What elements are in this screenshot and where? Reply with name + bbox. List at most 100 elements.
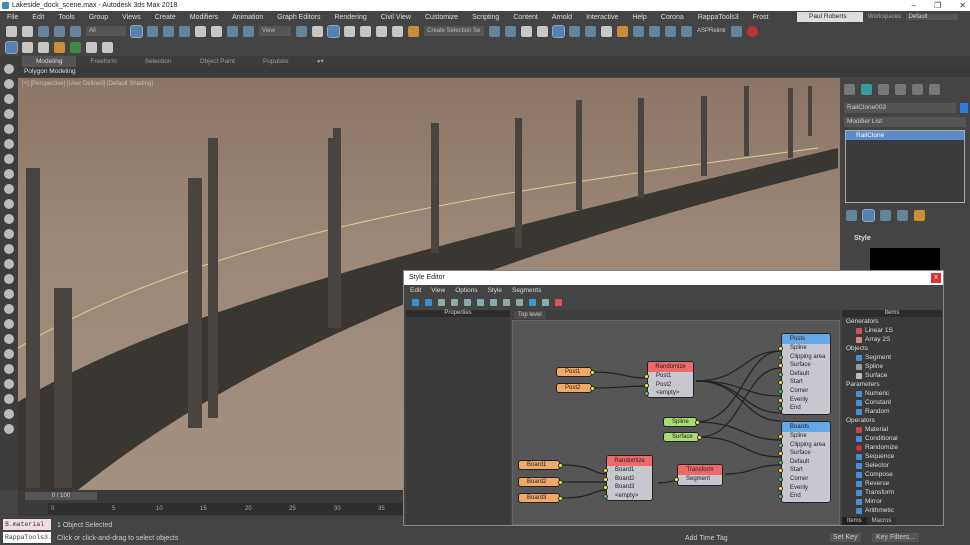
- help-icon[interactable]: [4, 424, 14, 434]
- unlink-icon[interactable]: [54, 25, 65, 37]
- hierarchy-tab-icon[interactable]: [878, 84, 889, 95]
- style-editor-close-button[interactable]: x: [931, 273, 941, 283]
- tab-top-level[interactable]: Top level: [514, 311, 546, 319]
- node-graph[interactable]: Post1 Post2 Randomize Post1 Post2 <empty…: [512, 320, 840, 525]
- item[interactable]: Arithmetic: [842, 506, 942, 515]
- input-pin[interactable]: [778, 442, 783, 448]
- group-objects[interactable]: Objects: [842, 344, 942, 353]
- undo-icon[interactable]: [6, 25, 17, 37]
- set-key-button[interactable]: Set Key: [830, 533, 861, 542]
- node-boards-generator[interactable]: Boards Spline Clipping area Surface Defa…: [778, 421, 831, 503]
- maxscript-listener-line1[interactable]: $.material =: [3, 519, 51, 539]
- tool-icon[interactable]: [4, 394, 14, 404]
- item[interactable]: Linear 1S: [842, 326, 942, 335]
- se-menu-view[interactable]: View: [431, 285, 445, 296]
- input-pin[interactable]: [778, 468, 783, 474]
- link-icon[interactable]: [38, 25, 49, 37]
- node-board3[interactable]: Board3: [518, 493, 563, 503]
- tool-icon[interactable]: [4, 289, 14, 299]
- user-account-button[interactable]: Paul Roberts: [797, 12, 863, 22]
- panel-icon-2[interactable]: [102, 42, 113, 53]
- input-pin[interactable]: [603, 476, 608, 482]
- input-pin[interactable]: [778, 485, 783, 491]
- viewport-icon[interactable]: [681, 25, 692, 37]
- tab-selection[interactable]: Selection: [131, 56, 186, 67]
- tab-items[interactable]: Items: [842, 517, 867, 525]
- scene-explorer-icon[interactable]: [521, 25, 532, 37]
- tool-icon[interactable]: [4, 139, 14, 149]
- input-pin[interactable]: [778, 380, 783, 386]
- menu-item[interactable]: Graph Editors: [270, 14, 327, 21]
- time-slider[interactable]: 0 / 100: [25, 492, 97, 500]
- item[interactable]: Compose: [842, 470, 942, 479]
- group-operators[interactable]: Operators: [842, 416, 942, 425]
- tool-icon[interactable]: [4, 79, 14, 89]
- colors-icon[interactable]: [555, 298, 562, 306]
- style-editor-titlebar[interactable]: Style Editor x: [404, 271, 943, 285]
- node-transform[interactable]: Transform Segment: [674, 464, 723, 486]
- node-posts-generator[interactable]: Posts Spline Clipping area Surface Defau…: [778, 333, 831, 415]
- undo-icon[interactable]: [412, 298, 419, 306]
- input-pin[interactable]: [778, 494, 783, 500]
- item[interactable]: Constant: [842, 398, 942, 407]
- input-pin[interactable]: [778, 388, 783, 394]
- tool-icon[interactable]: [4, 109, 14, 119]
- tools-icon-2[interactable]: [86, 42, 97, 53]
- menu-item[interactable]: Help: [625, 14, 653, 21]
- check-icon[interactable]: [477, 298, 484, 306]
- teapot-icon[interactable]: [4, 64, 14, 74]
- tool-icon[interactable]: [4, 409, 14, 419]
- named-selection-sets-dropdown[interactable]: Create Selection Se: [424, 26, 484, 36]
- menu-item[interactable]: Customize: [418, 14, 465, 21]
- menu-item[interactable]: Views: [115, 14, 148, 21]
- record-icon[interactable]: [746, 25, 758, 37]
- percent-snap-icon[interactable]: [376, 25, 387, 37]
- input-pin[interactable]: [644, 374, 649, 379]
- input-pin[interactable]: [674, 477, 679, 482]
- bind-space-warp-icon[interactable]: [70, 25, 81, 37]
- menu-item[interactable]: Frost: [746, 14, 776, 21]
- tool-icon[interactable]: [4, 259, 14, 269]
- workspaces-value[interactable]: Default: [905, 14, 958, 20]
- window-crossing-icon[interactable]: [179, 25, 190, 37]
- forest-pack-icon[interactable]: [54, 42, 65, 53]
- menu-item[interactable]: Group: [82, 14, 115, 21]
- maxscript-listener-line2[interactable]: RappaTools3.: [3, 532, 52, 543]
- configure-modifier-sets-icon[interactable]: [914, 210, 925, 221]
- menu-item[interactable]: RappaTools3: [691, 14, 746, 21]
- tool-icon[interactable]: [4, 199, 14, 209]
- input-pin[interactable]: [644, 391, 649, 397]
- show-end-result-icon[interactable]: [862, 209, 875, 222]
- se-menu-style[interactable]: Style: [488, 285, 502, 296]
- placement-icon[interactable]: [243, 25, 254, 37]
- redo-icon[interactable]: [425, 298, 432, 306]
- item[interactable]: Array 2S: [842, 335, 942, 344]
- rendered-frame-window-icon[interactable]: [633, 25, 644, 37]
- input-pin[interactable]: [778, 476, 783, 482]
- input-pin[interactable]: [603, 468, 608, 473]
- tool-icon[interactable]: [4, 154, 14, 164]
- tool-icon[interactable]: [4, 334, 14, 344]
- item[interactable]: Material: [842, 425, 942, 434]
- node-randomize-posts[interactable]: Randomize Post1 Post2 <empty>: [644, 361, 694, 398]
- display-tab-icon[interactable]: [912, 84, 923, 95]
- item[interactable]: Reverse: [842, 479, 942, 488]
- select-manipulate-icon[interactable]: [312, 25, 323, 37]
- snaps-toggle-icon[interactable]: [344, 25, 355, 37]
- tool-icon[interactable]: [4, 349, 14, 359]
- move-icon[interactable]: [195, 25, 206, 37]
- menu-item[interactable]: Animation: [225, 14, 270, 21]
- pin-stack-icon[interactable]: [846, 210, 857, 221]
- item[interactable]: Transform: [842, 488, 942, 497]
- menu-item[interactable]: Tools: [51, 14, 81, 21]
- schematic-view-icon[interactable]: [585, 25, 596, 37]
- angle-snap-icon[interactable]: [360, 25, 371, 37]
- pivot-icon[interactable]: [296, 25, 307, 37]
- workspaces-selector[interactable]: Workspaces: Default: [868, 12, 966, 22]
- node-randomize-boards[interactable]: Randomize Board1 Board2 Board3 <empty>: [603, 455, 653, 501]
- add-time-tag-button[interactable]: Add Time Tag: [685, 535, 728, 542]
- modifier-list-dropdown[interactable]: Modifier List: [844, 117, 966, 127]
- tool-icon[interactable]: [4, 274, 14, 284]
- tool-icon[interactable]: [4, 94, 14, 104]
- item[interactable]: Surface: [842, 371, 942, 380]
